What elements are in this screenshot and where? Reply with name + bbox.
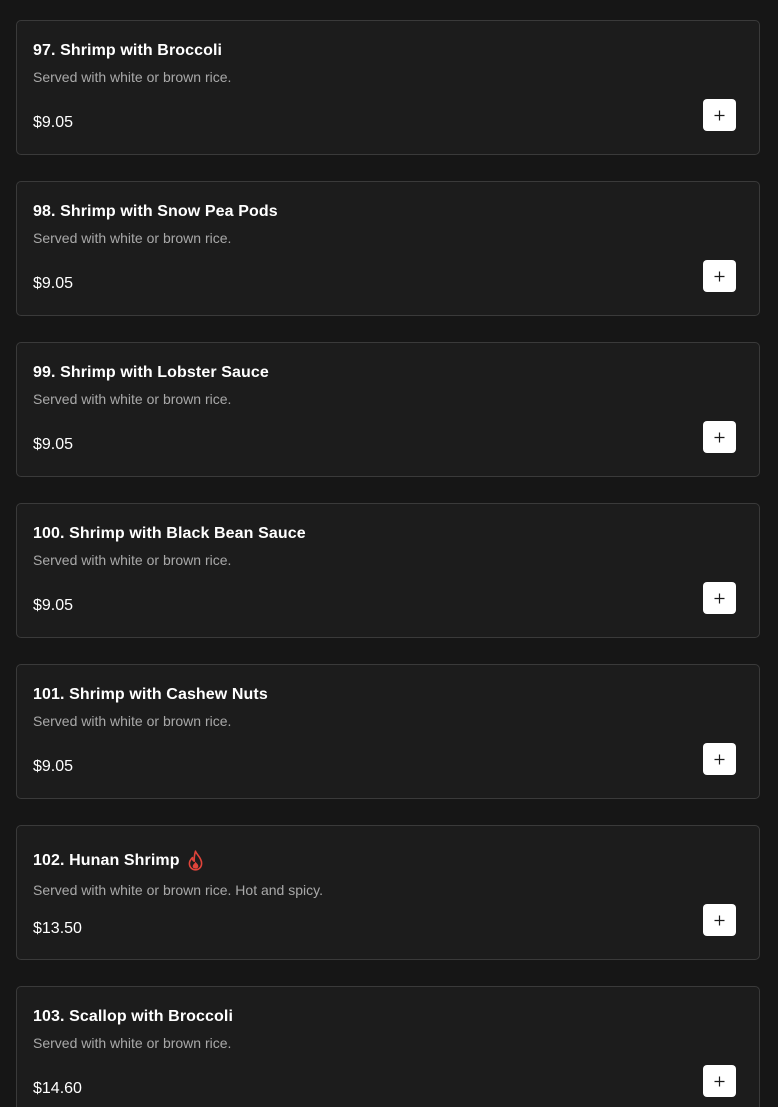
menu-item-card[interactable]: 101. Shrimp with Cashew Nuts Served with… (16, 664, 760, 799)
menu-item-card[interactable]: 102. Hunan Shrimp Served with white or b… (16, 825, 760, 960)
item-title: 101. Shrimp with Cashew Nuts (33, 686, 268, 703)
plus-icon (714, 1076, 725, 1086)
item-title: 102. Hunan Shrimp (33, 851, 180, 869)
item-description: Served with white or brown rice. (33, 552, 232, 568)
item-price: $14.60 (33, 1080, 82, 1097)
item-description: Served with white or brown rice. (33, 1035, 232, 1051)
item-price: $9.05 (33, 758, 74, 775)
plus-icon (714, 432, 725, 442)
item-price: $13.50 (33, 920, 82, 937)
item-title-row: 98. Shrimp with Snow Pea Pods (33, 203, 278, 221)
item-description: Served with white or brown rice. (33, 230, 232, 246)
plus-icon (714, 593, 725, 603)
menu-item-card[interactable]: 99. Shrimp with Lobster Sauce Served wit… (16, 342, 760, 477)
item-title-row: 97. Shrimp with Broccoli (33, 42, 222, 60)
item-title-row: 103. Scallop with Broccoli (33, 1008, 233, 1026)
item-title: 103. Scallop with Broccoli (33, 1008, 233, 1025)
menu-item-card[interactable]: 97. Shrimp with Broccoli Served with whi… (16, 20, 760, 155)
item-description: Served with white or brown rice. Hot and… (33, 882, 323, 898)
plus-icon (714, 915, 725, 925)
add-to-cart-button[interactable] (703, 260, 736, 292)
item-price: $9.05 (33, 597, 74, 614)
add-to-cart-button[interactable] (703, 904, 736, 936)
item-title-row: 100. Shrimp with Black Bean Sauce (33, 525, 306, 543)
item-title-row: 101. Shrimp with Cashew Nuts (33, 686, 268, 704)
add-to-cart-button[interactable] (703, 743, 736, 775)
menu-item-card[interactable]: 100. Shrimp with Black Bean Sauce Served… (16, 503, 760, 638)
item-title: 98. Shrimp with Snow Pea Pods (33, 203, 278, 220)
plus-icon (714, 754, 725, 764)
menu-item-card[interactable]: 103. Scallop with Broccoli Served with w… (16, 986, 760, 1107)
item-description: Served with white or brown rice. (33, 713, 232, 729)
item-title: 99. Shrimp with Lobster Sauce (33, 364, 269, 381)
item-title-row: 102. Hunan Shrimp (33, 850, 204, 871)
item-price: $9.05 (33, 275, 74, 292)
item-description: Served with white or brown rice. (33, 391, 232, 407)
item-title: 97. Shrimp with Broccoli (33, 42, 223, 59)
item-price: $9.05 (33, 114, 74, 131)
flame-icon (187, 850, 204, 871)
menu-item-card[interactable]: 98. Shrimp with Snow Pea Pods Served wit… (16, 181, 760, 316)
item-title: 100. Shrimp with Black Bean Sauce (33, 525, 306, 542)
item-title-row: 99. Shrimp with Lobster Sauce (33, 364, 269, 382)
menu-item-list: 97. Shrimp with Broccoli Served with whi… (0, 0, 778, 1107)
add-to-cart-button[interactable] (703, 421, 736, 453)
item-price: $9.05 (33, 436, 74, 453)
item-description: Served with white or brown rice. (33, 69, 232, 85)
plus-icon (714, 110, 725, 120)
add-to-cart-button[interactable] (703, 99, 736, 131)
add-to-cart-button[interactable] (703, 1065, 736, 1097)
plus-icon (714, 271, 725, 281)
add-to-cart-button[interactable] (703, 582, 736, 614)
